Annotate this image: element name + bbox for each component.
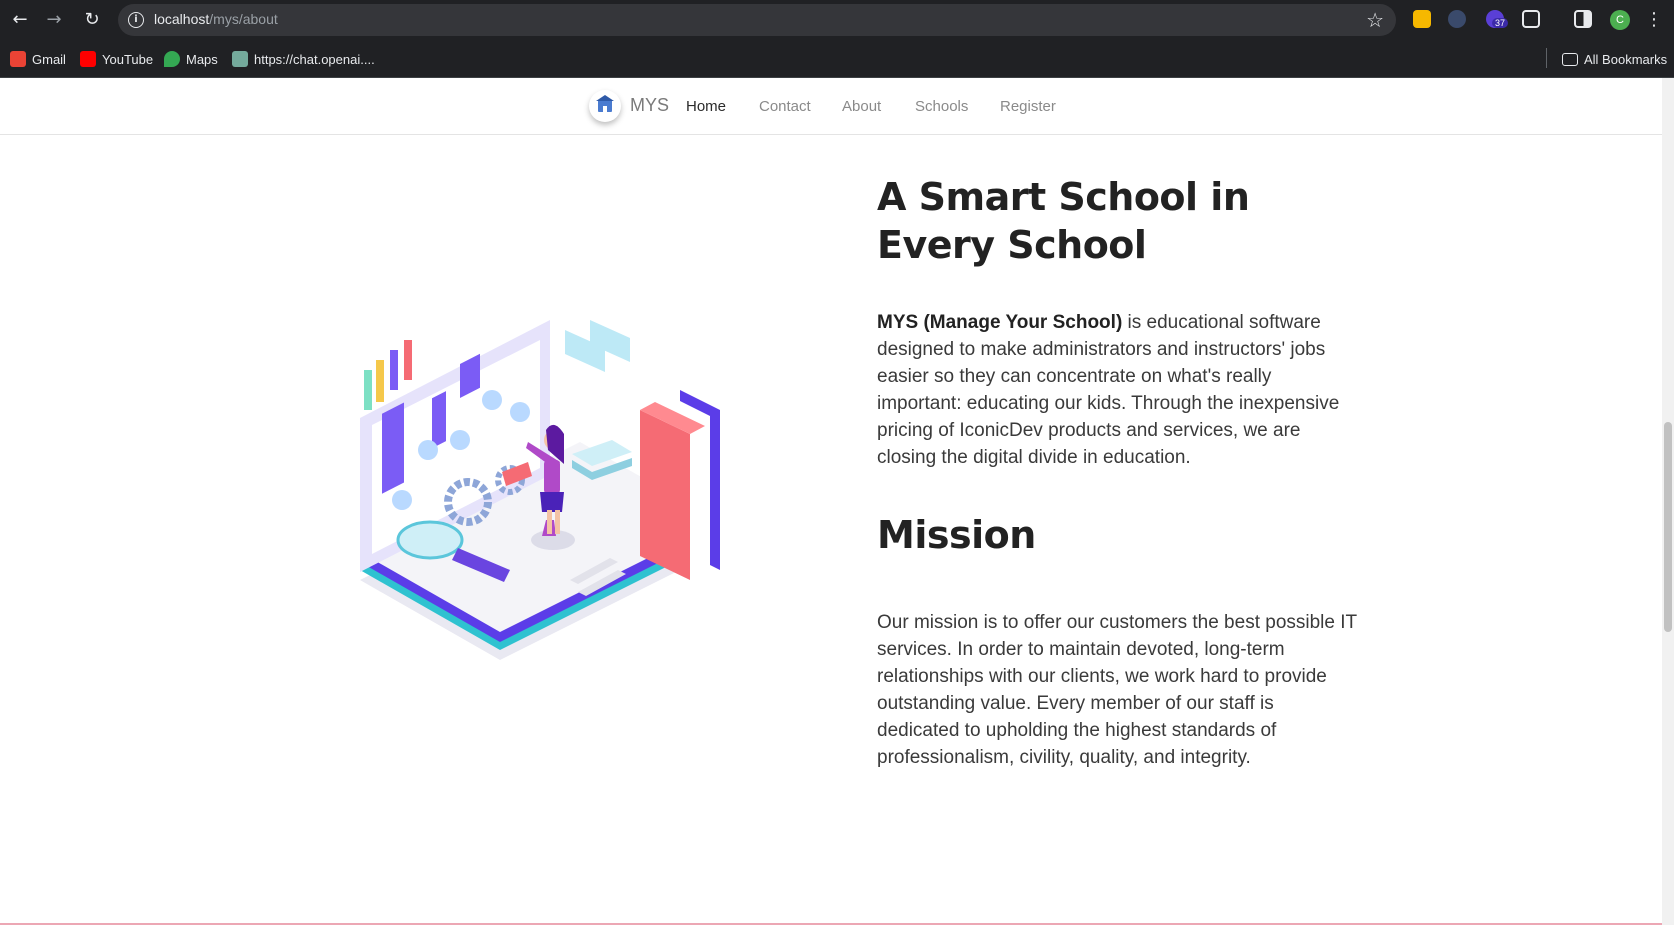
all-bookmarks[interactable]: All Bookmarks: [1562, 50, 1667, 68]
scrollbar-thumb[interactable]: [1664, 422, 1672, 632]
maps-pin-icon: [164, 51, 180, 67]
nav-schools[interactable]: Schools: [915, 98, 968, 115]
bookmark-gmail[interactable]: Gmail: [10, 50, 66, 68]
intro-paragraph: MYS (Manage Your School) is educational …: [877, 309, 1357, 471]
nav-about[interactable]: About: [842, 98, 881, 115]
nav-register[interactable]: Register: [1000, 98, 1056, 115]
mission-heading: Mission: [877, 513, 1036, 557]
extensions-puzzle-icon[interactable]: [1522, 10, 1540, 28]
forward-arrow-icon[interactable]: →: [42, 8, 66, 32]
brand-name[interactable]: MYS: [630, 95, 669, 116]
youtube-icon: [80, 51, 96, 67]
school-logo-icon: [596, 95, 614, 112]
profile-avatar[interactable]: C: [1610, 10, 1630, 30]
url-text[interactable]: localhost/mys/about: [154, 11, 278, 27]
site-info-icon[interactable]: i: [128, 12, 144, 28]
intro-bold: MYS (Manage Your School): [877, 312, 1123, 333]
bookmark-star-icon[interactable]: ☆: [1366, 8, 1384, 32]
browser-toolbar: ← → ↻ i localhost/mys/about ☆ 37 C ⋮: [0, 0, 1674, 40]
page-scrollbar[interactable]: [1662, 78, 1674, 925]
intro-text: is educational software designed to make…: [877, 312, 1340, 468]
menu-kebab-icon[interactable]: ⋮: [1642, 8, 1666, 32]
address-bar[interactable]: i localhost/mys/about ☆: [118, 4, 1396, 36]
about-content: A Smart School in Every School MYS (Mana…: [877, 173, 1357, 771]
extension-icon[interactable]: [1448, 10, 1466, 28]
page-viewport: MYS Home Contact About Schools Register: [0, 78, 1674, 925]
gmail-icon: [10, 51, 26, 67]
mission-paragraph: Our mission is to offer our customers th…: [877, 612, 1357, 768]
back-arrow-icon[interactable]: ←: [8, 8, 32, 32]
openai-icon: [232, 51, 248, 67]
side-panel-icon[interactable]: [1574, 10, 1592, 28]
site-navbar: MYS Home Contact About Schools Register: [0, 78, 1662, 135]
extension-badge: 37: [1492, 18, 1509, 28]
smart-school-illustration: [360, 320, 720, 660]
folder-icon: [1562, 52, 1578, 66]
bookmark-maps[interactable]: Maps: [164, 50, 218, 68]
reload-icon[interactable]: ↻: [80, 8, 104, 32]
extension-icon[interactable]: [1413, 10, 1431, 28]
bookmark-chatgpt[interactable]: https://chat.openai....: [232, 50, 375, 68]
bookmark-divider: [1546, 48, 1547, 68]
nav-contact[interactable]: Contact: [759, 98, 811, 115]
nav-home[interactable]: Home: [686, 98, 726, 115]
bookmark-youtube[interactable]: YouTube: [80, 50, 153, 68]
bookmarks-bar: Gmail YouTube Maps https://chat.openai..…: [0, 40, 1674, 78]
mys-logo[interactable]: [589, 90, 621, 122]
page-title: A Smart School in Every School: [877, 175, 1250, 267]
